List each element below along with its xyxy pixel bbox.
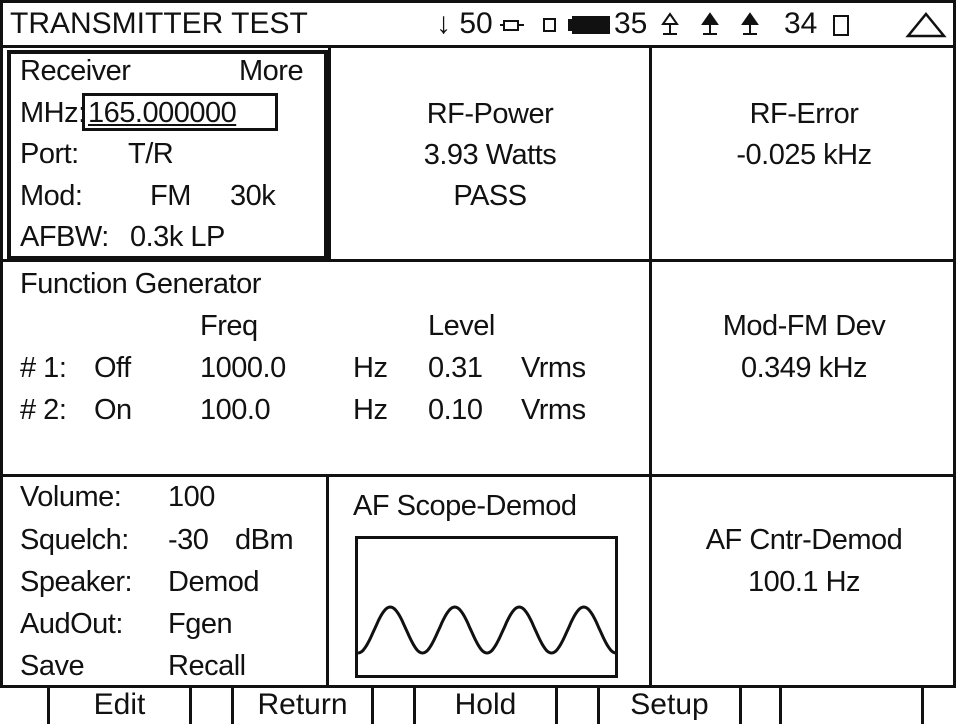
squelch-unit: dBm [235, 524, 294, 556]
softkey-setup[interactable]: Setup [600, 686, 739, 724]
softkey-hold[interactable]: Hold [416, 686, 555, 724]
softkey-sep [921, 686, 924, 724]
afbw-value[interactable]: 0.3k LP [130, 221, 225, 253]
fgen-1-level[interactable]: 0.31 [428, 352, 483, 384]
volume-value[interactable]: 100 [168, 481, 215, 513]
af-counter-label: AF Cntr-Demod [705, 524, 903, 556]
mod-label: Mod: [20, 180, 83, 212]
receiver-title: Receiver [20, 55, 131, 87]
fgen-1-name: # 1: [20, 352, 67, 384]
softkey-sep [189, 686, 192, 724]
fgen-2-level-unit: Vrms [521, 394, 586, 426]
af-scope-panel[interactable]: AF Scope-Demod [329, 477, 649, 686]
signal-level-indicator: ↓ 50 [436, 7, 493, 40]
rf-power-status: PASS [453, 180, 527, 212]
page-title: TRANSMITTER TEST [10, 7, 308, 40]
scope-frame [355, 536, 618, 678]
antenna-icon [661, 12, 679, 35]
speaker-value[interactable]: Demod [168, 566, 260, 598]
rf-error-panel[interactable]: RF-Error -0.025 kHz [652, 48, 956, 259]
fgen-2-state[interactable]: On [94, 394, 132, 426]
instrument-screen: TRANSMITTER TEST ↓ 50 35 34 Receiver Mor… [0, 0, 956, 724]
audout-label: AudOut: [20, 608, 123, 640]
mod-fm-dev-label: Mod-FM Dev [722, 310, 886, 342]
fgen-1-level-unit: Vrms [521, 352, 586, 384]
plug-icon [500, 20, 524, 31]
level-header: Level [428, 310, 495, 342]
speaker-label: Speaker: [20, 566, 133, 598]
audio-settings-panel[interactable]: Volume: 100 Squelch: -30 dBm Speaker: De… [3, 477, 326, 686]
softkey-edit[interactable]: Edit [50, 686, 189, 724]
fgen-1-state[interactable]: Off [94, 352, 131, 384]
fgen-2-freq-unit: Hz [353, 394, 388, 426]
status-icons-right [833, 12, 947, 38]
rect-icon [833, 15, 849, 36]
square-icon [543, 18, 556, 32]
softkey-sep [555, 686, 558, 724]
fgen-2-level[interactable]: 0.10 [428, 394, 483, 426]
fgen-1-freq-unit: Hz [353, 352, 388, 384]
recall-button[interactable]: Recall [168, 650, 246, 682]
frequency-input[interactable]: 165.000000 [88, 97, 237, 129]
softkey-sep [371, 686, 374, 724]
fgen-2-freq[interactable]: 100.0 [200, 394, 271, 426]
status-value-35: 35 [614, 7, 648, 40]
af-counter-panel[interactable]: AF Cntr-Demod 100.1 Hz [652, 477, 956, 686]
battery-icon [568, 16, 610, 34]
squelch-value[interactable]: -30 [168, 524, 209, 556]
mod-fm-dev-value: 0.349 kHz [740, 352, 868, 384]
mod-fm-dev-panel[interactable]: Mod-FM Dev 0.349 kHz [652, 262, 956, 474]
softkey-sep [739, 686, 742, 724]
antenna-icon [701, 12, 719, 35]
more-button[interactable]: More [239, 55, 304, 87]
status-value-34: 34 [784, 7, 818, 40]
rf-error-value: -0.025 kHz [736, 139, 872, 171]
fgen-2-name: # 2: [20, 394, 67, 426]
warning-triangle-icon [905, 12, 947, 38]
freq-header: Freq [200, 310, 258, 342]
mhz-label: MHz: [20, 97, 86, 129]
port-label: Port: [20, 138, 79, 170]
function-generator-title: Function Generator [20, 268, 261, 300]
antenna-icons [661, 12, 759, 35]
fgen-1-freq[interactable]: 1000.0 [200, 352, 286, 384]
mod-value[interactable]: FM [150, 180, 191, 212]
save-button[interactable]: Save [20, 650, 85, 682]
status-icons-left [500, 16, 610, 34]
squelch-label: Squelch: [20, 524, 129, 556]
softkey-blank[interactable] [782, 686, 921, 724]
function-generator-panel[interactable]: Function Generator Freq Level # 1: Off 1… [3, 262, 649, 474]
rf-power-value: 3.93 Watts [423, 139, 557, 171]
rf-power-label: RF-Power [426, 98, 554, 130]
rf-power-panel[interactable]: RF-Power 3.93 Watts PASS [331, 48, 649, 259]
antenna-icon [741, 12, 759, 35]
softkey-return[interactable]: Return [234, 686, 371, 724]
mod-bandwidth[interactable]: 30k [230, 180, 276, 212]
volume-label: Volume: [20, 481, 122, 513]
af-counter-value: 100.1 Hz [747, 566, 861, 598]
afbw-label: AFBW: [20, 221, 109, 253]
port-value[interactable]: T/R [128, 138, 174, 170]
rf-error-label: RF-Error [749, 98, 859, 130]
af-scope-label: AF Scope-Demod [353, 490, 577, 522]
audout-value[interactable]: Fgen [168, 608, 233, 640]
scope-display [355, 536, 618, 678]
